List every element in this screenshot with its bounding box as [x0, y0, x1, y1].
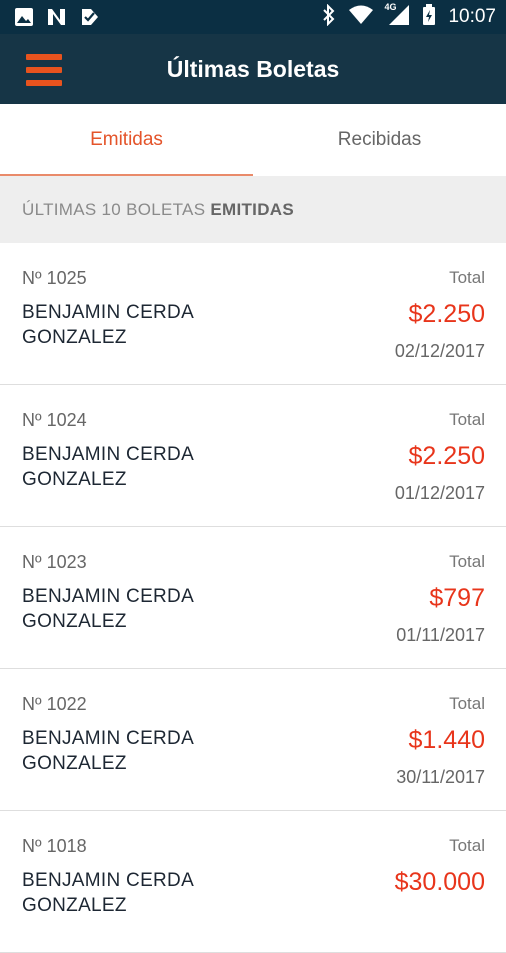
- total-label: Total: [449, 268, 485, 287]
- boleta-amount: $2.250: [408, 300, 485, 328]
- image-icon: [14, 7, 34, 32]
- boleta-number: Nº 1024: [22, 410, 87, 430]
- total-label: Total: [449, 836, 485, 855]
- total-label: Total: [449, 694, 485, 713]
- boleta-recipient: BENJAMIN CERDA GONZALEZ: [22, 728, 194, 774]
- boleta-number: Nº 1018: [22, 836, 87, 856]
- status-time: 10:07: [448, 6, 496, 27]
- boleta-date: 30/11/2017: [396, 767, 485, 787]
- page-title: Últimas Boletas: [166, 56, 340, 82]
- boleta-amount: $1.440: [408, 726, 485, 754]
- boletas-list: Nº 1025 BENJAMIN CERDA GONZALEZ Total $2…: [0, 243, 506, 953]
- boleta-number: Nº 1025: [22, 268, 87, 288]
- boleta-date: 01/12/2017: [394, 483, 485, 503]
- section-header-emphasis: EMITIDAS: [210, 200, 294, 219]
- tab-recibidas[interactable]: Recibidas: [253, 104, 506, 176]
- boleta-date: 01/11/2017: [396, 625, 485, 645]
- boleta-recipient: BENJAMIN CERDA GONZALEZ: [22, 586, 194, 632]
- boleta-amount: $30.000: [394, 868, 485, 896]
- total-label: Total: [449, 410, 485, 429]
- tab-bar: Emitidas Recibidas: [0, 104, 506, 176]
- section-header: ÚLTIMAS 10 BOLETAS EMITIDAS: [0, 176, 506, 243]
- cell-signal-icon: 4G: [384, 1, 410, 31]
- list-item[interactable]: Nº 1023 BENJAMIN CERDA GONZALEZ Total $7…: [0, 527, 506, 669]
- status-bar: 4G 10:07: [0, 0, 506, 34]
- boleta-number: Nº 1022: [22, 694, 87, 714]
- n-notification-icon: [46, 7, 68, 32]
- status-bar-notifications: [14, 7, 100, 32]
- section-header-prefix: ÚLTIMAS 10 BOLETAS: [22, 200, 211, 219]
- status-bar-system: 4G 10:07: [322, 0, 496, 34]
- network-type: 4G: [384, 1, 397, 12]
- boleta-amount: $2.250: [408, 442, 485, 470]
- boleta-date: 02/12/2017: [394, 341, 485, 361]
- wifi-icon: [348, 5, 374, 30]
- total-label: Total: [449, 552, 485, 571]
- boleta-recipient: BENJAMIN CERDA GONZALEZ: [22, 870, 194, 916]
- app-bar: Últimas Boletas: [0, 34, 506, 104]
- tab-emitidas[interactable]: Emitidas: [0, 104, 253, 176]
- boleta-number: Nº 1023: [22, 552, 87, 572]
- list-item[interactable]: Nº 1024 BENJAMIN CERDA GONZALEZ Total $2…: [0, 385, 506, 527]
- list-item[interactable]: Nº 1018 BENJAMIN CERDA GONZALEZ Total $3…: [0, 811, 506, 953]
- boleta-recipient: BENJAMIN CERDA GONZALEZ: [22, 444, 194, 490]
- boleta-amount: $797: [429, 584, 485, 612]
- battery-icon: [422, 3, 436, 31]
- list-item[interactable]: Nº 1025 BENJAMIN CERDA GONZALEZ Total $2…: [0, 243, 506, 385]
- boleta-recipient: BENJAMIN CERDA GONZALEZ: [22, 302, 194, 348]
- list-item[interactable]: Nº 1022 BENJAMIN CERDA GONZALEZ Total $1…: [0, 669, 506, 811]
- bluetooth-icon: [322, 3, 336, 31]
- check-notification-icon: [80, 7, 100, 32]
